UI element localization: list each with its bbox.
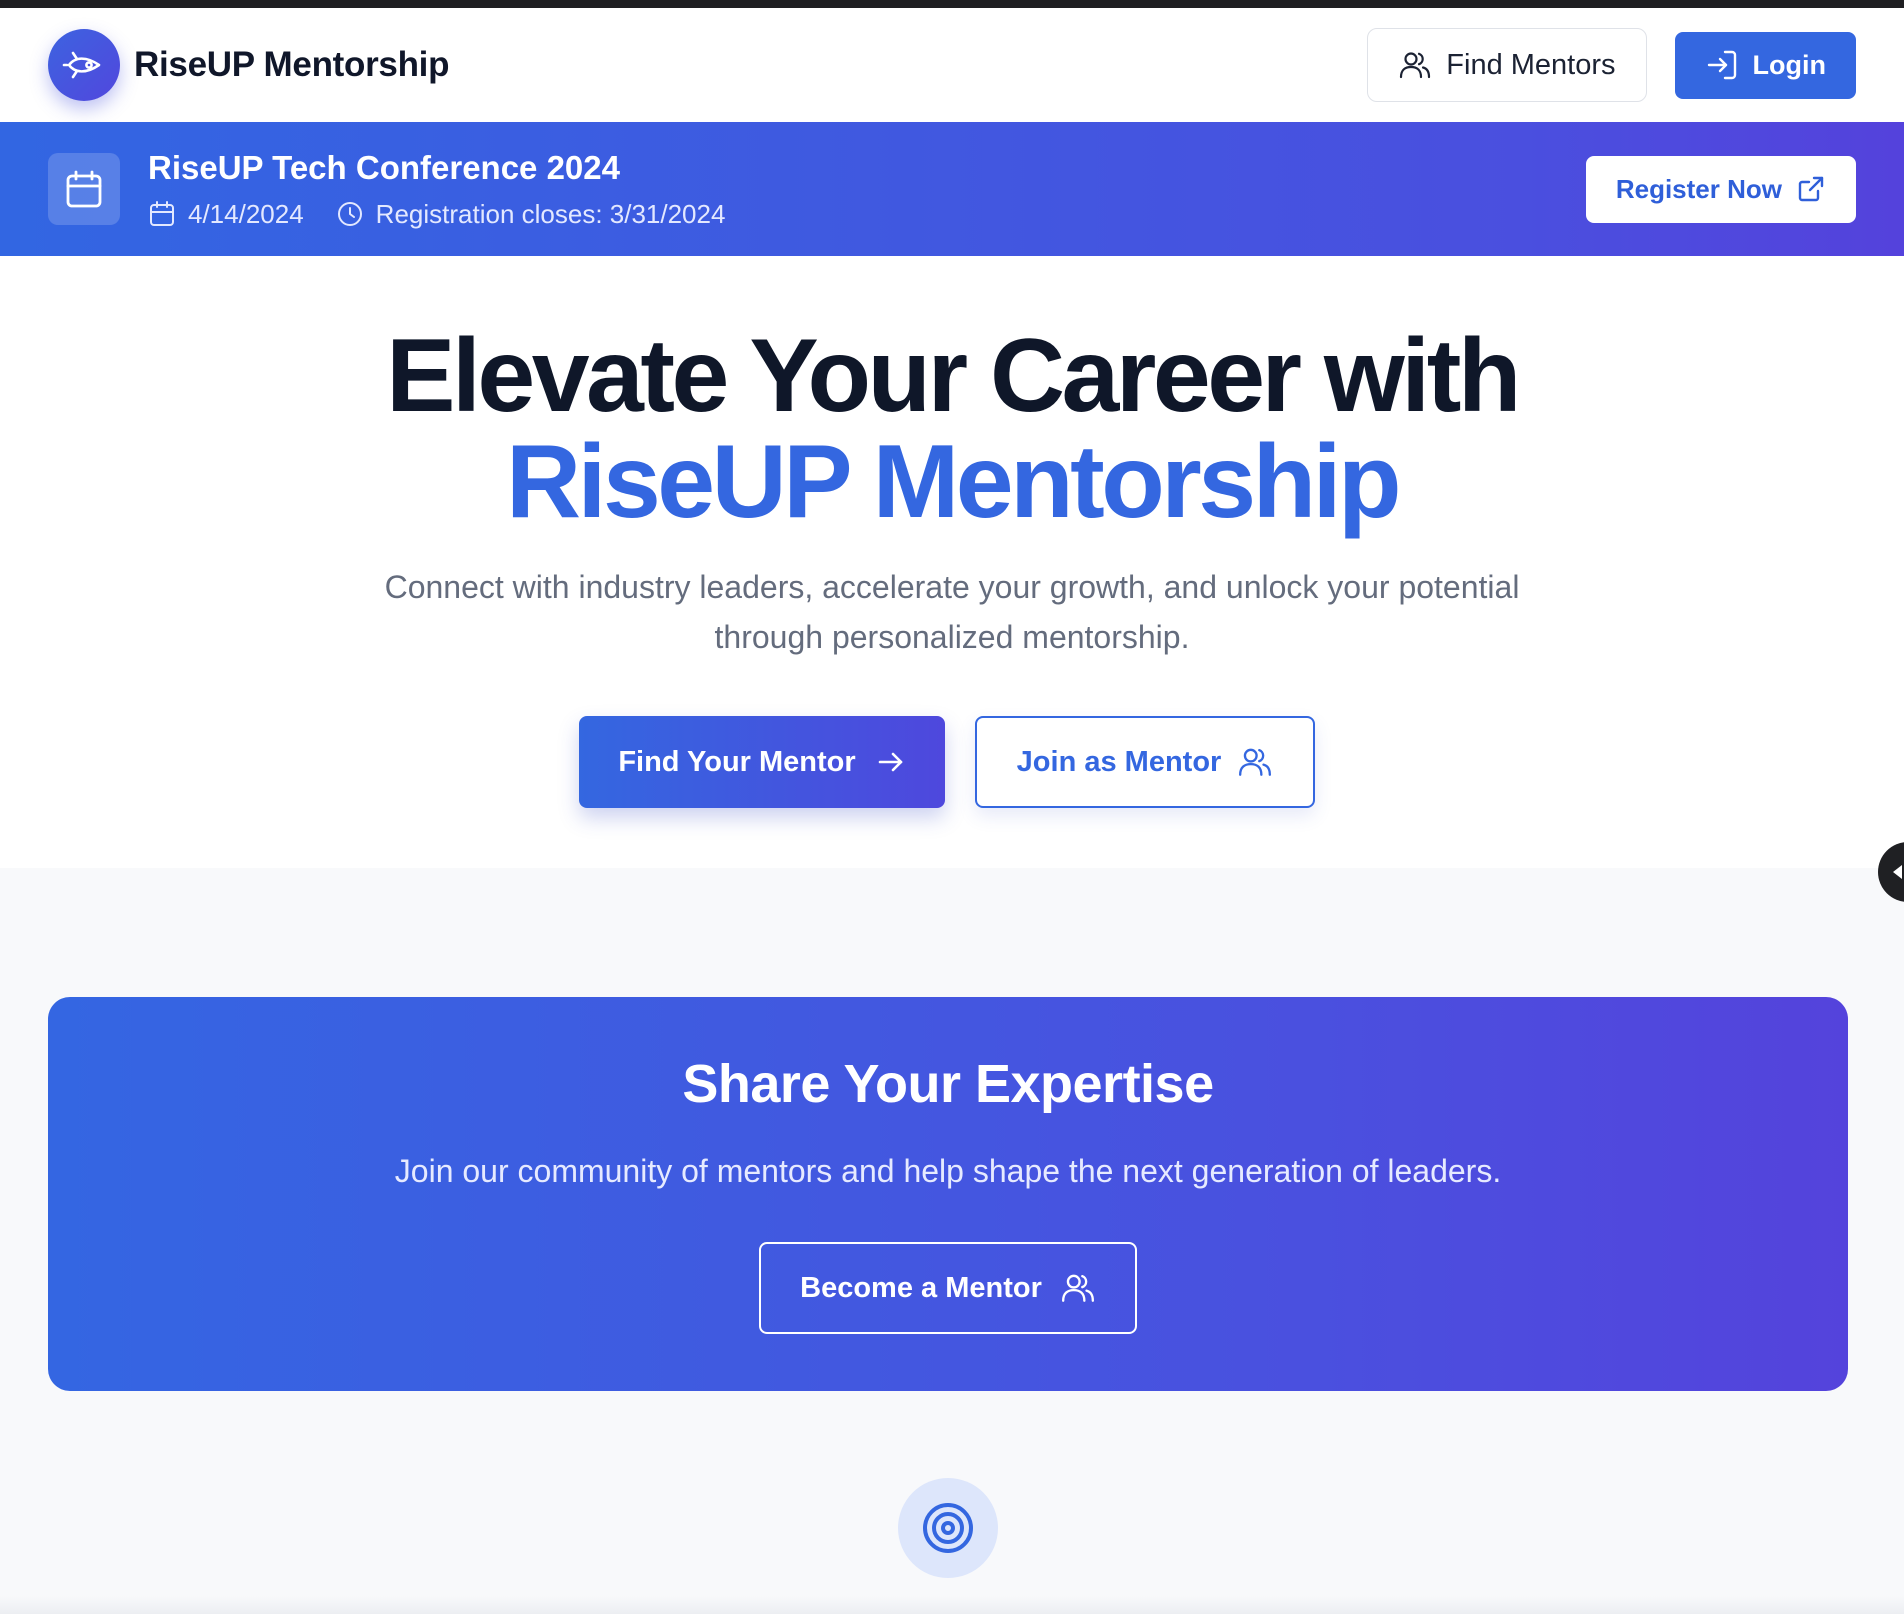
register-now-label: Register Now — [1615, 173, 1782, 204]
event-details: RiseUP Tech Conference 2024 4/14/2024 Re… — [148, 149, 725, 230]
event-date-text: 4/14/2024 — [188, 198, 304, 229]
event-title: RiseUP Tech Conference 2024 — [148, 148, 620, 186]
event-date: 4/14/2024 — [148, 199, 304, 230]
find-mentors-button[interactable]: Find Mentors — [1367, 28, 1647, 102]
rocket-icon — [48, 29, 120, 101]
event-meta: 4/14/2024 Registration closes: 3/31/2024 — [148, 199, 725, 230]
target-icon-badge — [898, 1478, 998, 1578]
chevron-left-icon — [1890, 863, 1904, 881]
arrow-right-icon — [876, 747, 906, 777]
login-icon — [1705, 48, 1739, 82]
register-now-button[interactable]: Register Now — [1585, 155, 1856, 223]
mentor-cta-card: Share Your Expertise Join our community … — [48, 997, 1848, 1391]
cta-subtitle: Join our community of mentors and help s… — [394, 1153, 1502, 1189]
registration-deadline: Registration closes: 3/31/2024 — [336, 198, 726, 230]
become-a-mentor-button[interactable]: Become a Mentor — [759, 1242, 1137, 1334]
calendar-icon — [48, 153, 120, 225]
brand[interactable]: RiseUP Mentorship — [48, 29, 449, 101]
page: RiseUP Mentorship Find Mentors Login Ris… — [0, 0, 1904, 1614]
hero-section: Elevate Your Career with RiseUP Mentorsh… — [0, 256, 1904, 868]
calendar-icon — [148, 200, 176, 228]
users-icon — [1060, 1270, 1096, 1306]
hero-subtitle: Connect with industry leaders, accelerat… — [384, 569, 1520, 655]
target-icon — [921, 1501, 975, 1555]
login-button[interactable]: Login — [1674, 31, 1856, 99]
external-link-icon — [1796, 174, 1826, 204]
nav-actions: Find Mentors Login — [1367, 28, 1856, 102]
hero-headline-accent: RiseUP Mentorship — [505, 424, 1402, 540]
join-as-mentor-label: Join as Mentor — [1016, 745, 1222, 778]
become-a-mentor-label: Become a Mentor — [800, 1271, 1042, 1304]
join-as-mentor-button[interactable]: Join as Mentor — [975, 716, 1315, 808]
cta-title: Share Your Expertise — [682, 1054, 1214, 1114]
login-label: Login — [1752, 49, 1826, 80]
event-banner: RiseUP Tech Conference 2024 4/14/2024 Re… — [0, 122, 1904, 256]
find-your-mentor-button[interactable]: Find Your Mentor — [579, 716, 945, 808]
clock-icon — [336, 200, 364, 228]
browser-top-strip — [0, 0, 1904, 8]
top-nav: RiseUP Mentorship Find Mentors Login — [0, 8, 1904, 122]
bottom-edge — [0, 1596, 1904, 1614]
brand-name: RiseUP Mentorship — [134, 45, 450, 84]
hero-headline: Elevate Your Career with — [386, 318, 1521, 434]
find-your-mentor-label: Find Your Mentor — [618, 745, 856, 778]
registration-deadline-text: Registration closes: 3/31/2024 — [375, 198, 726, 229]
hero-actions: Find Your Mentor Join as Mentor — [0, 716, 1904, 808]
find-mentors-label: Find Mentors — [1446, 48, 1616, 81]
users-icon — [1237, 744, 1273, 780]
users-icon — [1398, 48, 1432, 82]
